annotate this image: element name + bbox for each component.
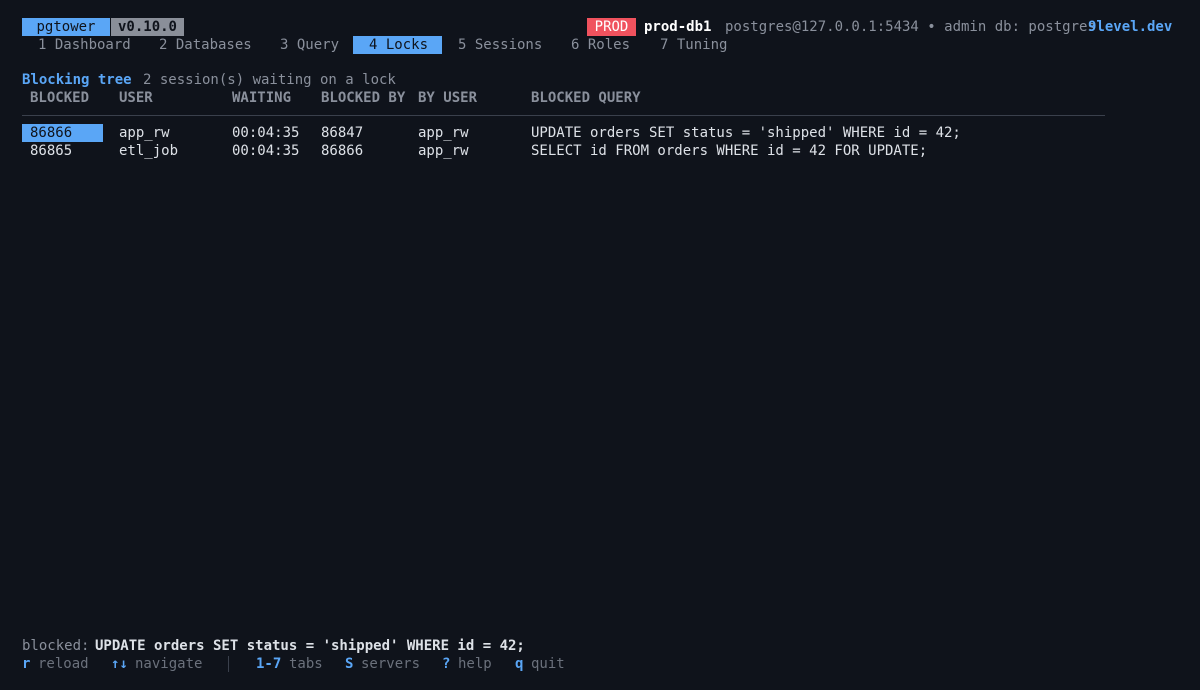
shortcut-label-reload: reload (38, 656, 89, 672)
connection-info: postgres@127.0.0.1:5434 • admin db: post… (725, 19, 1096, 35)
shortcut-label-navigate: navigate (135, 656, 203, 672)
shortcut-key-help[interactable]: ? (442, 655, 450, 673)
shortcut-label-quit: quit (531, 656, 565, 672)
shortcut-key-tabs[interactable]: 1-7 (256, 655, 281, 673)
shortcut-label-help: help (458, 656, 492, 672)
detail-query: UPDATE orders SET status = 'shipped' WHE… (95, 638, 525, 654)
cell-blocked-by: 86866 (321, 143, 364, 159)
tab-locks[interactable]: 4 Locks (353, 36, 442, 54)
cell-user: app_rw (119, 125, 170, 141)
column-header-blocked-by[interactable]: BLOCKED BY (321, 89, 405, 107)
cell-blocked-pid[interactable]: 86866 (30, 124, 72, 142)
app-name-badge: pgtower (22, 18, 110, 36)
shortcut-key-quit[interactable]: q (515, 655, 523, 673)
shortcut-key-reload[interactable]: r (22, 655, 30, 673)
environment-badge: PROD (587, 18, 636, 36)
shortcut-key-servers[interactable]: S (345, 655, 353, 673)
tab-databases[interactable]: 2 Databases (151, 36, 256, 54)
tab-query[interactable]: 3 Query (272, 36, 345, 54)
header-divider (22, 115, 1105, 116)
cell-blocked-query: SELECT id FROM orders WHERE id = 42 FOR … (531, 143, 928, 159)
column-header-waiting[interactable]: WAITING (232, 89, 291, 107)
footer-divider (228, 656, 229, 672)
section-subtitle: 2 session(s) waiting on a lock (143, 72, 396, 88)
cell-waiting: 00:04:35 (232, 125, 300, 141)
column-header-blocked[interactable]: BLOCKED (30, 89, 89, 107)
cell-waiting: 00:04:35 (232, 143, 300, 159)
tab-dashboard[interactable]: 1 Dashboard (30, 36, 135, 54)
app-version-badge: v0.10.0 (111, 18, 184, 36)
detail-label: blocked: (22, 638, 90, 654)
cell-user: etl_job (119, 143, 179, 159)
column-header-blocked-query[interactable]: BLOCKED QUERY (531, 89, 641, 107)
column-header-by-user[interactable]: BY USER (418, 89, 477, 107)
brand-link[interactable]: 9level.dev (1088, 18, 1172, 36)
cell-blocked-by: 86847 (321, 125, 364, 141)
tab-sessions[interactable]: 5 Sessions (450, 36, 547, 54)
server-name: prod-db1 (644, 19, 712, 35)
tab-roles[interactable]: 6 Roles (563, 36, 644, 54)
cell-blocked-pid[interactable]: 86865 (30, 142, 72, 160)
cell-by-user: app_rw (418, 125, 469, 141)
section-title: Blocking tree (22, 72, 132, 88)
shortcut-label-tabs: tabs (289, 656, 323, 672)
shortcut-label-servers: servers (361, 656, 421, 672)
tab-tuning[interactable]: 7 Tuning (652, 36, 741, 54)
cell-by-user: app_rw (418, 143, 469, 159)
column-header-user[interactable]: USER (119, 89, 153, 107)
cell-blocked-query: UPDATE orders SET status = 'shipped' WHE… (531, 125, 961, 141)
shortcut-key-navigate[interactable]: ↑↓ (111, 655, 128, 673)
